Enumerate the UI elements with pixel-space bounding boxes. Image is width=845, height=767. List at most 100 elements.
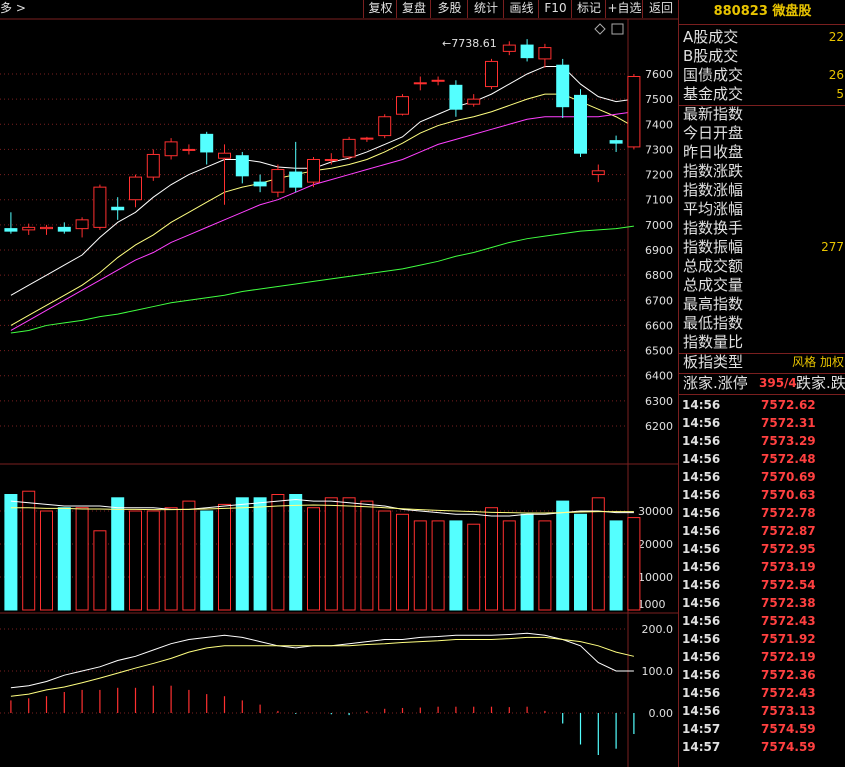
tick-time: 14:56 — [682, 668, 721, 682]
chart-area[interactable]: ←7738.61 6200 6300 6400 6500 6600 6700 6800 690… — [0, 0, 678, 767]
macd-tick-label: 200.0 — [642, 623, 674, 636]
info-value: 22 — [828, 30, 844, 44]
panel-toggle-icon — [611, 23, 624, 35]
index-info-panel: 880823 微盘股 A股成交 22 B股成交 国债成交 26 基金成交 5 最新指数 今日开盘… — [678, 0, 845, 767]
price-tick-label: 7400 — [645, 118, 673, 131]
volume-bar — [396, 513, 409, 611]
candle — [467, 94, 481, 107]
tick-row: 14:56 7570.63 — [679, 486, 845, 504]
volume-bar — [307, 507, 320, 611]
candle — [235, 151, 249, 184]
volume-bar — [146, 510, 160, 611]
volume-bar — [164, 507, 178, 611]
candle — [591, 164, 605, 183]
price-tick-label: 7200 — [645, 169, 673, 182]
macd-panel: 0.00 100.0 200.0 — [0, 623, 673, 755]
tick-time: 14:57 — [682, 722, 721, 736]
candle — [111, 197, 125, 220]
candle — [146, 149, 160, 181]
volume-bar — [449, 520, 463, 611]
candle-body — [289, 171, 303, 188]
tick-price: 7572.43 — [761, 686, 816, 700]
volume-tick-label: 30000 — [638, 505, 673, 518]
tick-price: 7572.54 — [761, 578, 816, 592]
tick-price: 7572.31 — [761, 416, 816, 430]
volume-bar — [538, 520, 552, 611]
high-price-label: ←7738.61 — [442, 37, 497, 50]
tick-price: 7572.38 — [761, 596, 816, 610]
tick-price: 7572.48 — [761, 452, 816, 466]
candle — [520, 39, 534, 62]
candle — [538, 43, 552, 68]
info-label: B股成交 — [683, 47, 739, 65]
tick-price: 7572.78 — [761, 506, 816, 520]
candle-body — [467, 98, 481, 105]
tick-price: 7570.69 — [761, 470, 816, 484]
info-value: 26 — [828, 68, 844, 82]
price-tick-label: 7600 — [645, 68, 673, 81]
candle — [40, 224, 53, 235]
candle-body — [146, 153, 160, 178]
candle — [164, 138, 178, 160]
candle — [431, 76, 445, 86]
tick-price: 7572.19 — [761, 650, 816, 664]
tick-time: 14:56 — [682, 632, 721, 646]
tick-row: 14:56 7572.62 — [679, 396, 845, 414]
price-tick-label: 7000 — [645, 219, 673, 232]
volume-bar — [627, 517, 641, 611]
tick-price: 7574.59 — [761, 722, 816, 736]
price-tick-label: 7100 — [645, 194, 673, 207]
price-tick-label: 6300 — [645, 395, 673, 408]
volume-panel: 100002000030000X1000 — [0, 490, 673, 611]
candle-body — [538, 47, 552, 60]
info-label: 指数换手 — [683, 219, 744, 237]
tick-time: 14:56 — [682, 452, 721, 466]
candle — [324, 153, 338, 165]
info-label: A股成交 — [683, 28, 739, 46]
price-tick-label: 7500 — [645, 93, 673, 106]
candle — [502, 41, 516, 56]
candle-body — [93, 186, 107, 228]
rise-count-label: 涨家.涨停 — [683, 374, 748, 392]
candle-body — [200, 133, 214, 153]
tick-price: 7572.36 — [761, 668, 816, 682]
candle — [413, 76, 427, 91]
volume-bar — [485, 507, 498, 611]
price-axis: 6200 6300 6400 6500 6600 6700 6800 6900 7000 7100… — [645, 68, 673, 433]
tick-row: 14:56 7570.69 — [679, 468, 845, 486]
tick-time: 14:56 — [682, 434, 721, 448]
tick-time: 14:56 — [682, 488, 721, 502]
candle — [289, 141, 303, 193]
tick-price: 7572.87 — [761, 524, 816, 538]
tick-row: 14:56 7572.38 — [679, 594, 845, 612]
candle-body — [40, 226, 53, 230]
price-tick-label: 6400 — [645, 370, 673, 383]
volume-bar — [111, 497, 125, 611]
volume-bar — [413, 520, 427, 611]
tick-row: 14:56 7573.19 — [679, 558, 845, 576]
volume-bar — [342, 497, 356, 611]
tick-row: 14:56 7572.43 — [679, 684, 845, 702]
tick-price: 7572.43 — [761, 614, 816, 628]
candle — [200, 131, 214, 165]
info-label: 平均涨幅 — [683, 200, 744, 218]
volume-bar — [4, 494, 18, 611]
tick-time: 14:56 — [682, 470, 721, 484]
volume-bar — [235, 497, 249, 611]
tick-time: 14:56 — [682, 578, 721, 592]
info-label: 最低指数 — [683, 314, 744, 332]
info-divider — [679, 394, 845, 395]
price-ma-line-4 — [10, 225, 634, 334]
candle-body — [574, 94, 587, 154]
candle-body — [182, 148, 196, 151]
candle — [360, 136, 374, 142]
volume-bar — [520, 513, 534, 611]
volume-bar — [467, 523, 481, 611]
candle-body — [485, 60, 498, 88]
price-tick-label: 6700 — [645, 294, 673, 307]
candle-body — [413, 82, 427, 85]
volume-bar — [57, 507, 71, 611]
candle-body — [591, 170, 605, 176]
candle-body — [75, 219, 89, 230]
info-label: 基金成交 — [683, 85, 744, 103]
